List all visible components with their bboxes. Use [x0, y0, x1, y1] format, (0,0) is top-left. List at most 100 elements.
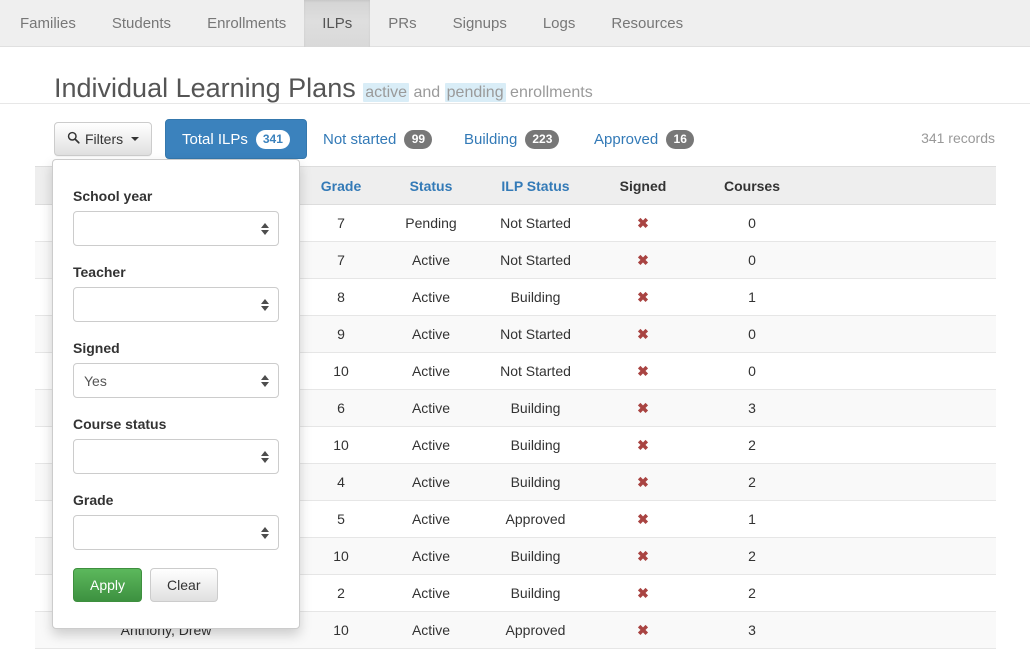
select-spinner-icon	[261, 374, 269, 387]
cell-signed: ✖	[594, 352, 692, 390]
cell-grade: 10	[297, 426, 385, 464]
clear-button[interactable]: Clear	[150, 568, 218, 602]
cell-status: Active	[385, 426, 477, 464]
page-title-text: Individual Learning Plans	[54, 73, 356, 104]
nav-item-signups[interactable]: Signups	[435, 0, 525, 47]
cell-ilp: Not Started	[477, 204, 594, 242]
x-mark-icon: ✖	[637, 362, 649, 379]
filter-field-label: Grade	[73, 492, 114, 508]
cell-grade: 10	[297, 611, 385, 649]
cell-status: Active	[385, 574, 477, 612]
filter-field-school-year: School year	[73, 188, 279, 246]
x-mark-icon: ✖	[637, 288, 649, 305]
subtitle-conjunction: and	[413, 84, 441, 102]
cell-grade: 7	[297, 241, 385, 279]
stat-button-not-started[interactable]: Not started 99	[307, 119, 448, 159]
cell-spacer	[812, 241, 996, 279]
cell-signed: ✖	[594, 241, 692, 279]
cell-signed: ✖	[594, 389, 692, 427]
cell-grade: 10	[297, 352, 385, 390]
filter-field-grade: Grade	[73, 492, 279, 550]
x-mark-icon: ✖	[637, 436, 649, 453]
nav-item-enrollments[interactable]: Enrollments	[189, 0, 304, 47]
filters-button[interactable]: Filters	[54, 122, 153, 156]
cell-spacer	[812, 500, 996, 538]
cell-grade: 8	[297, 278, 385, 316]
subtitle-highlight-pending: pending	[444, 83, 506, 103]
nav-item-resources[interactable]: Resources	[593, 0, 701, 47]
nav-item-prs[interactable]: PRs	[370, 0, 434, 47]
x-mark-icon: ✖	[637, 251, 649, 268]
cell-signed: ✖	[594, 463, 692, 501]
cell-grade: 7	[297, 204, 385, 242]
column-header-status[interactable]: Status	[385, 166, 477, 205]
apply-button[interactable]: Apply	[73, 568, 143, 602]
filter-field-label: School year	[73, 188, 153, 204]
stat-button-count-badge: 99	[404, 129, 433, 149]
cell-spacer	[812, 611, 996, 649]
stat-button-label: Approved	[594, 130, 659, 148]
cell-courses: 2	[692, 463, 812, 501]
cell-ilp: Building	[477, 426, 594, 464]
cell-signed: ✖	[594, 574, 692, 612]
subtitle-highlight-active: active	[363, 83, 410, 103]
cell-courses: 2	[692, 574, 812, 612]
filter-field-label: Signed	[73, 340, 120, 356]
filter-field-signed: Signed Yes	[73, 340, 279, 398]
filters-button-label: Filters	[85, 131, 124, 147]
select-spinner-icon	[261, 222, 269, 235]
cell-signed: ✖	[594, 315, 692, 353]
toolbar: Filters Total ILPs 341 Not started 99 Buildi…	[0, 119, 1030, 159]
stat-button-building[interactable]: Building 223	[448, 119, 575, 159]
x-mark-icon: ✖	[637, 621, 649, 638]
cell-signed: ✖	[594, 500, 692, 538]
stat-button-approved[interactable]: Approved 16	[578, 119, 710, 159]
cell-ilp: Building	[477, 574, 594, 612]
select-value: Yes	[84, 372, 107, 389]
stat-button-total-ilps[interactable]: Total ILPs 341	[165, 119, 307, 159]
filter-panel-actions: Apply Clear	[73, 568, 279, 602]
nav-item-logs[interactable]: Logs	[525, 0, 594, 47]
select-school-year[interactable]	[73, 211, 279, 246]
select-grade[interactable]	[73, 515, 279, 550]
cell-courses: 3	[692, 611, 812, 649]
select-spinner-icon	[261, 450, 269, 463]
stat-button-count-badge: 223	[525, 129, 560, 149]
cell-status: Active	[385, 315, 477, 353]
cell-courses: 2	[692, 426, 812, 464]
stat-button-count-badge: 341	[255, 129, 290, 149]
filter-field-course-status: Course status	[73, 416, 279, 474]
cell-spacer	[812, 537, 996, 575]
cell-courses: 1	[692, 278, 812, 316]
column-header-grade[interactable]: Grade	[297, 166, 385, 205]
cell-status: Active	[385, 463, 477, 501]
select-teacher[interactable]	[73, 287, 279, 322]
nav-item-students[interactable]: Students	[94, 0, 189, 47]
cell-courses: 0	[692, 352, 812, 390]
cell-status: Active	[385, 241, 477, 279]
cell-ilp: Approved	[477, 611, 594, 649]
cell-spacer	[812, 389, 996, 427]
column-header-courses: Courses	[692, 166, 812, 205]
cell-signed: ✖	[594, 537, 692, 575]
cell-signed: ✖	[594, 611, 692, 649]
cell-status: Pending	[385, 204, 477, 242]
cell-grade: 2	[297, 574, 385, 612]
stat-button-label: Building	[464, 130, 518, 148]
select-course-status[interactable]	[73, 439, 279, 474]
cell-status: Active	[385, 278, 477, 316]
x-mark-icon: ✖	[637, 473, 649, 490]
filter-field-label: Teacher	[73, 264, 126, 280]
nav-item-families[interactable]: Families	[2, 0, 94, 47]
column-header-ilp[interactable]: ILP Status	[477, 166, 594, 205]
nav-item-ilps[interactable]: ILPs	[304, 0, 371, 47]
select-spinner-icon	[261, 298, 269, 311]
cell-spacer	[812, 204, 996, 242]
cell-status: Active	[385, 537, 477, 575]
stat-button-label: Not started	[323, 130, 397, 148]
select-signed[interactable]: Yes	[73, 363, 279, 398]
cell-courses: 0	[692, 315, 812, 353]
filter-fields: School year Teacher Signed Yes Course status…	[73, 188, 279, 550]
cell-ilp: Building	[477, 278, 594, 316]
cell-courses: 0	[692, 241, 812, 279]
